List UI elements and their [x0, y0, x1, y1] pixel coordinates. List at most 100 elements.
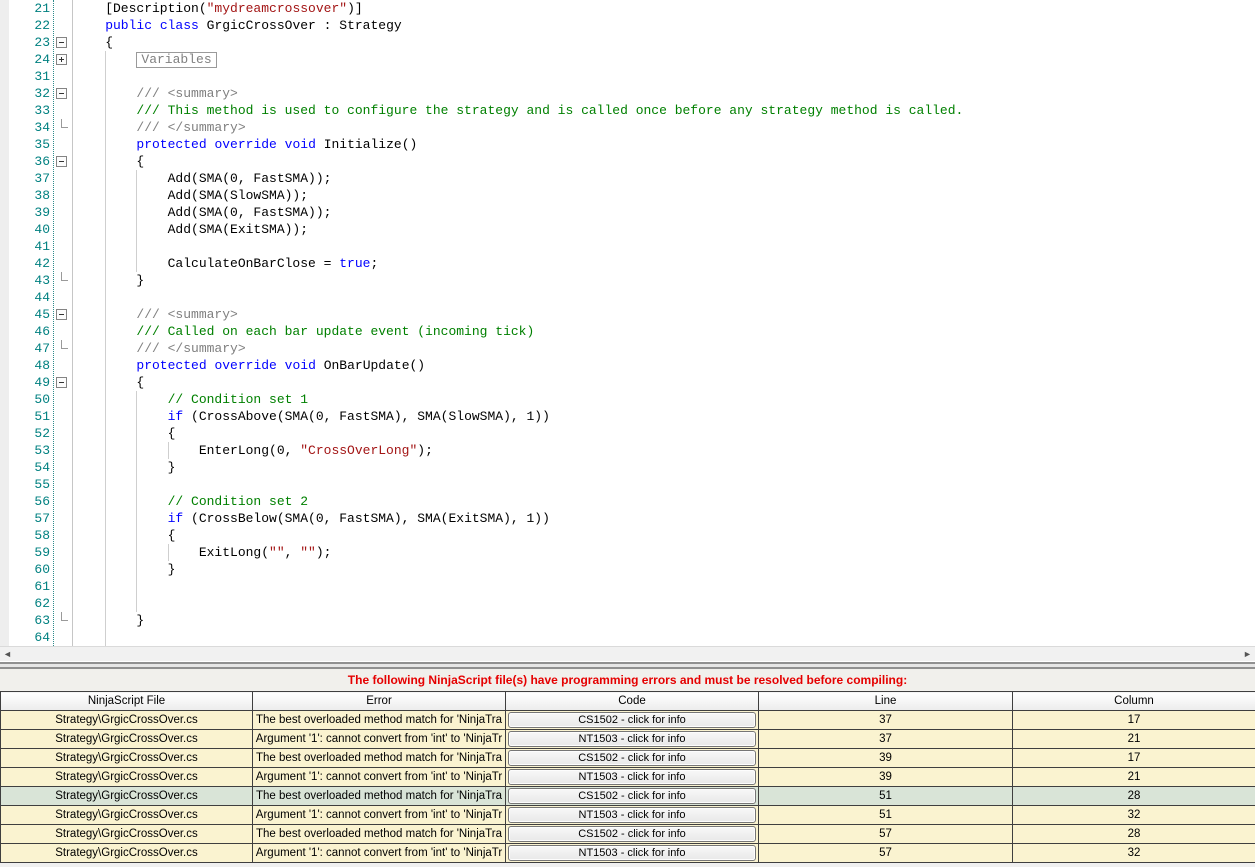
error-row[interactable]: Strategy\GrgicCrossOver.csThe best overl… — [1, 787, 1255, 806]
line-number: 24 — [9, 51, 50, 68]
line-number: 43 — [9, 272, 50, 289]
column-header-code[interactable]: Code — [506, 692, 759, 711]
code-line[interactable]: 36{ — [0, 153, 1255, 170]
indent-guide — [136, 238, 137, 255]
code-line[interactable]: 54} — [0, 459, 1255, 476]
code-line[interactable]: 59ExitLong("", ""); — [0, 544, 1255, 561]
code-line[interactable]: 40Add(SMA(ExitSMA)); — [0, 221, 1255, 238]
line-number: 61 — [9, 578, 50, 595]
code-line[interactable]: 31 — [0, 68, 1255, 85]
indent-guide — [105, 629, 106, 646]
column-header-column[interactable]: Column — [1013, 692, 1255, 711]
code-line[interactable]: 38Add(SMA(SlowSMA)); — [0, 187, 1255, 204]
indent-guide — [136, 476, 137, 493]
code-line[interactable]: 23{ — [0, 34, 1255, 51]
error-row[interactable]: Strategy\GrgicCrossOver.csArgument '1': … — [1, 768, 1255, 787]
file-cell: Strategy\GrgicCrossOver.cs — [1, 711, 253, 730]
error-row[interactable]: Strategy\GrgicCrossOver.csArgument '1': … — [1, 806, 1255, 825]
error-row[interactable]: Strategy\GrgicCrossOver.csThe best overl… — [1, 749, 1255, 768]
code-line[interactable]: 58 { — [0, 527, 1255, 544]
line-number: 42 — [9, 255, 50, 272]
code-line[interactable]: 51if (CrossAbove(SMA(0, FastSMA), SMA(Sl… — [0, 408, 1255, 425]
indent-guide — [105, 595, 106, 612]
code-line[interactable]: 21[Description("mydreamcrossover")] — [0, 0, 1255, 17]
error-code-button[interactable]: NT1503 - click for info — [508, 769, 756, 785]
fold-expand-icon[interactable] — [56, 54, 67, 65]
line-cell: 39 — [759, 749, 1013, 768]
code-line[interactable]: 56// Condition set 2 — [0, 493, 1255, 510]
code-line[interactable]: 41 — [0, 238, 1255, 255]
code-editor[interactable]: 21[Description("mydreamcrossover")]22pub… — [0, 0, 1255, 646]
column-header-line[interactable]: Line — [759, 692, 1013, 711]
code-line[interactable]: 49{ — [0, 374, 1255, 391]
scroll-left-icon[interactable]: ◄ — [0, 647, 15, 662]
code-text: { — [74, 527, 175, 544]
code-line[interactable]: 55 — [0, 476, 1255, 493]
code-line[interactable]: 46/// Called on each bar update event (i… — [0, 323, 1255, 340]
code-text: { — [74, 425, 175, 442]
code-line[interactable]: 63} — [0, 612, 1255, 629]
scroll-right-icon[interactable]: ► — [1240, 647, 1255, 662]
code-text: /// This method is used to configure the… — [74, 102, 963, 119]
code-line[interactable]: 47/// </summary> — [0, 340, 1255, 357]
error-row[interactable]: Strategy\GrgicCrossOver.csThe best overl… — [1, 825, 1255, 844]
collapsed-region-box[interactable]: Variables — [136, 52, 216, 68]
error-code-button[interactable]: NT1503 - click for info — [508, 845, 756, 861]
line-number: 58 — [9, 527, 50, 544]
file-cell: Strategy\GrgicCrossOver.cs — [1, 787, 253, 806]
error-code-button[interactable]: CS1502 - click for info — [508, 826, 756, 842]
column-header-error[interactable]: Error — [253, 692, 506, 711]
code-line[interactable]: 44 — [0, 289, 1255, 306]
code-text: CalculateOnBarClose = true; — [74, 255, 378, 272]
error-row[interactable]: Strategy\GrgicCrossOver.csArgument '1': … — [1, 730, 1255, 749]
column-cell: 17 — [1013, 711, 1255, 730]
error-code-button[interactable]: CS1502 - click for info — [508, 712, 756, 728]
code-line[interactable]: 60} — [0, 561, 1255, 578]
error-code-button[interactable]: CS1502 - click for info — [508, 788, 756, 804]
code-line[interactable]: 37Add(SMA(0, FastSMA)); — [0, 170, 1255, 187]
fold-collapse-icon[interactable] — [56, 37, 67, 48]
line-number: 60 — [9, 561, 50, 578]
code-line[interactable]: 35protected override void Initialize() — [0, 136, 1255, 153]
column-header-file[interactable]: NinjaScript File — [1, 692, 253, 711]
code-line[interactable]: 48protected override void OnBarUpdate() — [0, 357, 1255, 374]
file-cell: Strategy\GrgicCrossOver.cs — [1, 806, 253, 825]
fold-end-icon — [61, 612, 68, 621]
horizontal-scrollbar[interactable]: ◄ ► — [0, 646, 1255, 661]
code-line[interactable]: 33/// This method is used to configure t… — [0, 102, 1255, 119]
code-line[interactable]: 64 — [0, 629, 1255, 646]
code-lines: 21[Description("mydreamcrossover")]22pub… — [0, 0, 1255, 646]
code-line[interactable]: 24 Variables — [0, 51, 1255, 68]
line-number: 36 — [9, 153, 50, 170]
code-line[interactable]: 22public class GrgicCrossOver : Strategy — [0, 17, 1255, 34]
error-code-button[interactable]: CS1502 - click for info — [508, 750, 756, 766]
code-line[interactable]: 50// Condition set 1 — [0, 391, 1255, 408]
code-line[interactable]: 39Add(SMA(0, FastSMA)); — [0, 204, 1255, 221]
code-line[interactable]: 57if (CrossBelow(SMA(0, FastSMA), SMA(Ex… — [0, 510, 1255, 527]
panel-splitter[interactable] — [0, 661, 1255, 670]
code-line[interactable]: 34/// </summary> — [0, 119, 1255, 136]
code-line[interactable]: 32/// <summary> — [0, 85, 1255, 102]
line-number: 41 — [9, 238, 50, 255]
code-line[interactable]: 62 — [0, 595, 1255, 612]
indent-guide — [105, 578, 106, 595]
code-line[interactable]: 42 CalculateOnBarClose = true; — [0, 255, 1255, 272]
code-line[interactable]: 53EnterLong(0, "CrossOverLong"); — [0, 442, 1255, 459]
code-line[interactable]: 43} — [0, 272, 1255, 289]
column-cell: 21 — [1013, 768, 1255, 787]
code-text: Add(SMA(ExitSMA)); — [74, 221, 308, 238]
error-code-button[interactable]: NT1503 - click for info — [508, 807, 756, 823]
error-row[interactable]: Strategy\GrgicCrossOver.csThe best overl… — [1, 711, 1255, 730]
code-line[interactable]: 52{ — [0, 425, 1255, 442]
fold-collapse-icon[interactable] — [56, 88, 67, 99]
fold-collapse-icon[interactable] — [56, 156, 67, 167]
error-code-button[interactable]: NT1503 - click for info — [508, 731, 756, 747]
error-row[interactable]: Strategy\GrgicCrossOver.csArgument '1': … — [1, 844, 1255, 863]
code-line[interactable]: 61 — [0, 578, 1255, 595]
column-cell: 28 — [1013, 787, 1255, 806]
fold-collapse-icon[interactable] — [56, 377, 67, 388]
indent-guide — [105, 68, 106, 85]
fold-collapse-icon[interactable] — [56, 309, 67, 320]
file-cell: Strategy\GrgicCrossOver.cs — [1, 825, 253, 844]
code-line[interactable]: 45/// <summary> — [0, 306, 1255, 323]
